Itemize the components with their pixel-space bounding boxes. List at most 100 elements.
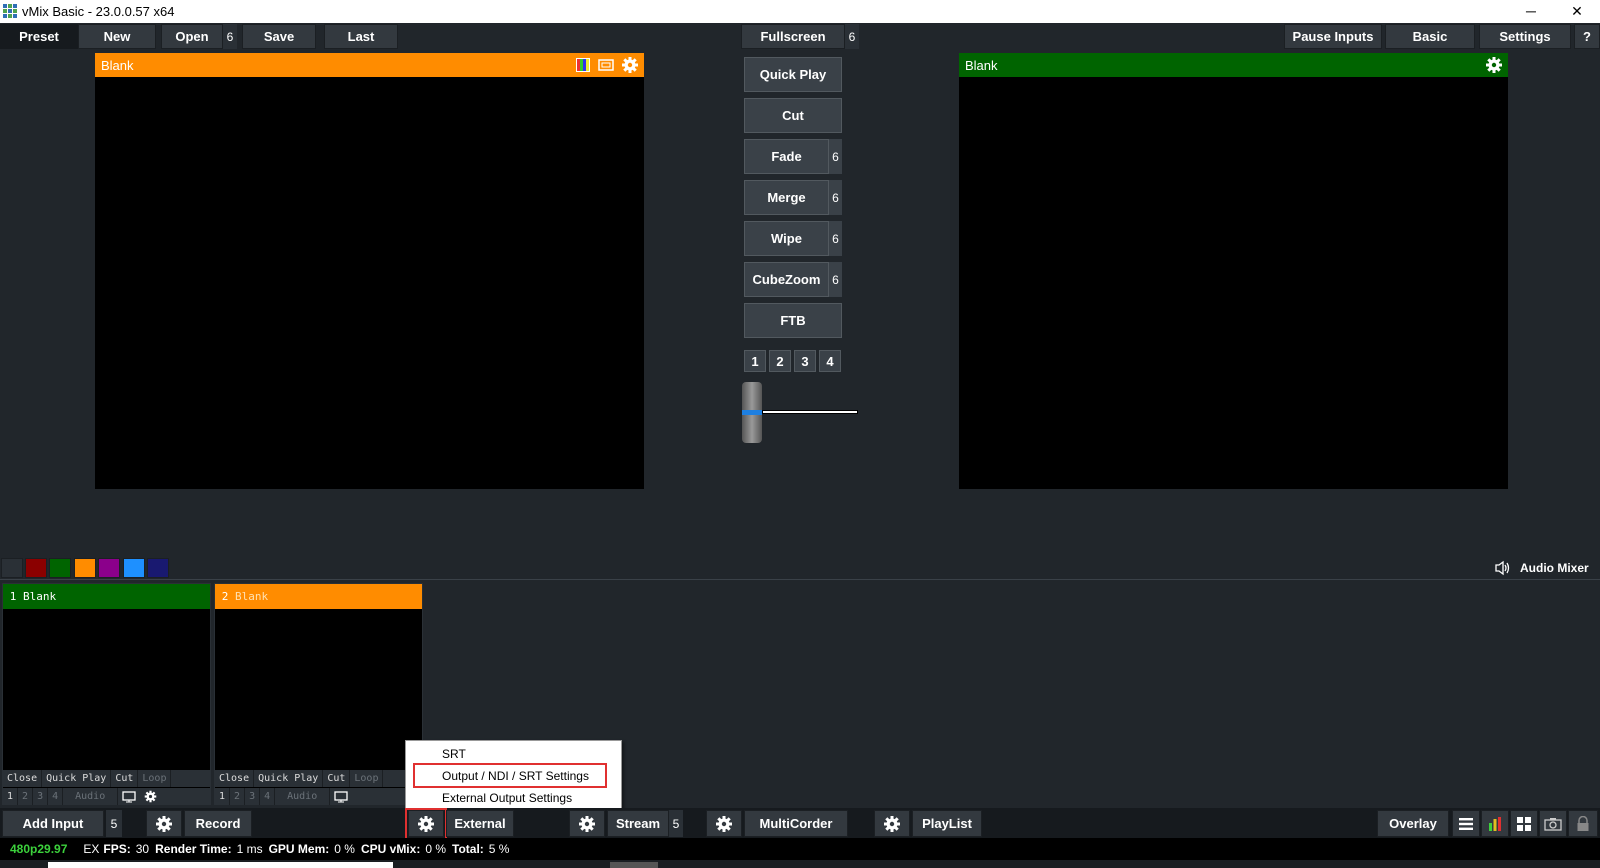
audio-levels-button[interactable] (1481, 810, 1509, 837)
loop-input-button[interactable]: Loop (138, 770, 172, 787)
playlist-button[interactable]: PlayList (912, 810, 982, 837)
input-tile-2[interactable]: 2 Blank Close Quick Play Cut Loop 1 2 3 … (214, 583, 423, 805)
external-button[interactable]: External (446, 810, 514, 837)
loop-input-button[interactable]: Loop (350, 770, 384, 787)
wipe-duration-badge[interactable]: 6 (829, 221, 842, 256)
output-monitor[interactable]: Blank (959, 53, 1508, 489)
preview-monitor[interactable]: Blank (95, 53, 644, 489)
t-bar-handle[interactable] (742, 382, 762, 443)
save-button[interactable]: Save (242, 24, 316, 49)
lock-button[interactable] (1568, 810, 1598, 837)
quick-play-input-button[interactable]: Quick Play (42, 770, 112, 787)
pause-inputs-button[interactable]: Pause Inputs (1284, 24, 1382, 49)
color-bars-icon[interactable] (575, 57, 591, 73)
stream-button[interactable]: Stream (607, 810, 669, 837)
overlay-1-button[interactable]: 1 (215, 788, 231, 805)
gear-icon (156, 815, 172, 832)
restore-button[interactable] (1510, 0, 1556, 23)
list-view-button[interactable] (1452, 810, 1480, 837)
overlay-2-button[interactable]: 2 (18, 788, 34, 805)
multicorder-settings-gear-button[interactable] (706, 810, 742, 837)
input-settings-gear-icon[interactable] (140, 788, 161, 805)
audio-input-button[interactable]: Audio (63, 788, 119, 805)
multicorder-button[interactable]: MultiCorder (744, 810, 848, 837)
transition-4-button[interactable]: 4 (819, 350, 841, 372)
help-button[interactable]: ? (1574, 24, 1600, 49)
add-input-button[interactable]: Add Input (2, 810, 104, 837)
cut-button[interactable]: Cut (744, 98, 842, 133)
video-format: 480p29.97 (10, 842, 68, 856)
last-button[interactable]: Last (324, 24, 398, 49)
playlist-settings-gear-button[interactable] (874, 810, 910, 837)
transition-3-button[interactable]: 3 (794, 350, 816, 372)
quick-play-button[interactable]: Quick Play (744, 57, 842, 92)
fade-button[interactable]: Fade (744, 139, 829, 174)
cut-input-button[interactable]: Cut (111, 770, 139, 787)
audio-mixer-toggle[interactable]: Audio Mixer (1494, 558, 1600, 578)
color-tag-navy[interactable] (147, 558, 169, 578)
add-input-count[interactable]: 5 (106, 810, 122, 837)
overlay-1-button[interactable]: 1 (3, 788, 19, 805)
input-tile-header[interactable]: 1 Blank (3, 584, 210, 609)
overlay-4-button[interactable]: 4 (48, 788, 64, 805)
input-title: Blank (23, 590, 57, 603)
input-tile-1[interactable]: 1 Blank Close Quick Play Cut Loop 1 2 3 … (2, 583, 211, 805)
audio-input-button[interactable]: Audio (275, 788, 331, 805)
ftb-button[interactable]: FTB (744, 303, 842, 338)
basic-button[interactable]: Basic (1385, 24, 1475, 49)
record-settings-gear-button[interactable] (146, 810, 182, 837)
input-tile-header[interactable]: 2 Blank (215, 584, 422, 609)
transition-2-button[interactable]: 2 (769, 350, 791, 372)
cubezoom-duration-badge[interactable]: 6 (829, 262, 842, 297)
cpu-vmix-value: 0 % (425, 842, 446, 856)
input-tile-overlay-controls: 1 2 3 4 Audio (3, 788, 210, 805)
render-time-value: 1 ms (236, 842, 263, 856)
new-button[interactable]: New (78, 24, 156, 49)
cubezoom-button[interactable]: CubeZoom (744, 262, 829, 297)
color-tag-none[interactable] (1, 558, 23, 578)
overlay-3-button[interactable]: 3 (33, 788, 49, 805)
open-button[interactable]: Open (161, 24, 223, 49)
color-tag-blue[interactable] (123, 558, 145, 578)
total-value: 5 % (488, 842, 510, 856)
fade-duration-badge[interactable]: 6 (829, 139, 842, 174)
menu-item-external-output-settings[interactable]: External Output Settings (406, 787, 621, 809)
color-tag-purple[interactable] (98, 558, 120, 578)
highlight-box-menu (413, 763, 607, 788)
vmix-logo-icon (3, 4, 17, 18)
overlay-4-button[interactable]: 4 (260, 788, 276, 805)
fullscreen-button[interactable]: Fullscreen (741, 24, 845, 49)
color-tag-orange[interactable] (74, 558, 96, 578)
menu-item-srt[interactable]: SRT (406, 743, 621, 765)
fps-label: FPS: (103, 842, 131, 856)
safe-area-icon[interactable] (598, 57, 614, 73)
close-input-button[interactable]: Close (3, 770, 43, 787)
color-tag-green[interactable] (49, 558, 71, 578)
quick-play-input-button[interactable]: Quick Play (254, 770, 324, 787)
open-recent-count[interactable]: 6 (223, 24, 237, 49)
merge-duration-badge[interactable]: 6 (829, 180, 842, 215)
overlay-2-button[interactable]: 2 (230, 788, 246, 805)
stream-count[interactable]: 5 (669, 810, 683, 837)
close-input-button[interactable]: Close (215, 770, 255, 787)
settings-button[interactable]: Settings (1479, 24, 1571, 49)
overlay-button[interactable]: Overlay (1377, 810, 1449, 837)
cut-input-button[interactable]: Cut (323, 770, 351, 787)
output-settings-gear-icon[interactable] (1485, 56, 1503, 74)
merge-button[interactable]: Merge (744, 180, 829, 215)
output-monitor-icon[interactable] (330, 788, 352, 805)
color-tag-red[interactable] (25, 558, 47, 578)
record-button[interactable]: Record (184, 810, 252, 837)
input-tile-controls: Close Quick Play Cut Loop (3, 770, 210, 787)
stream-settings-gear-button[interactable] (569, 810, 605, 837)
fullscreen-count[interactable]: 6 (845, 24, 859, 49)
snapshot-button[interactable] (1539, 810, 1567, 837)
overlay-3-button[interactable]: 3 (245, 788, 261, 805)
transition-1-button[interactable]: 1 (744, 350, 766, 372)
preview-settings-gear-icon[interactable] (621, 56, 639, 74)
wipe-button[interactable]: Wipe (744, 221, 829, 256)
close-window-button[interactable]: ✕ (1554, 0, 1600, 23)
gear-icon (716, 815, 732, 832)
multiview-button[interactable] (1510, 810, 1538, 837)
output-monitor-icon[interactable] (118, 788, 140, 805)
